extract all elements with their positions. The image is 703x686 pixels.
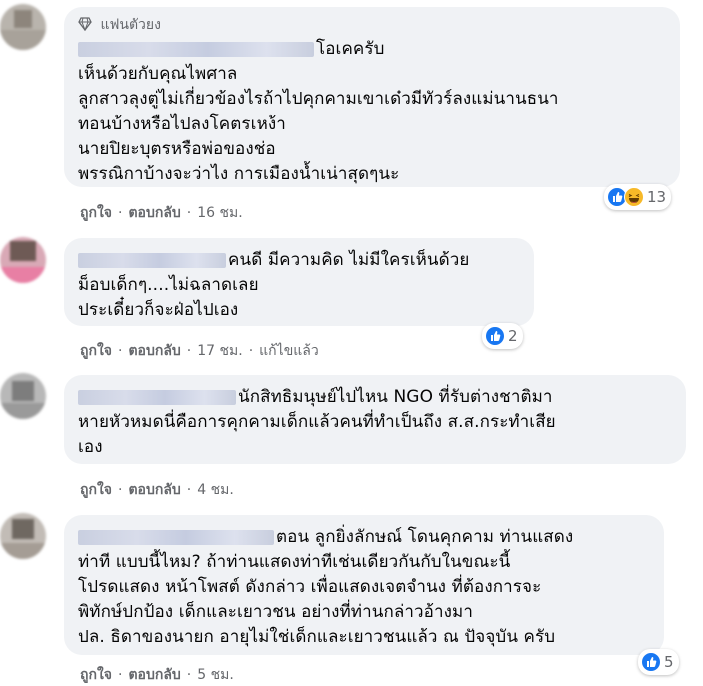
comment-text-line: ปล. ธิดาของนายก อายุไม่ใช่เด็กและเยาวชนแ… (78, 627, 556, 647)
comment-text-line: พรรณิกาบ้างจะว่าไง การเมืองน้ำเน่าสุดๆนะ (78, 164, 400, 184)
reaction-count: 5 (664, 653, 674, 671)
separator-dot: · (248, 343, 254, 359)
author-name[interactable] (78, 252, 226, 268)
reaction-summary[interactable]: 5 (638, 649, 679, 675)
separator-dot: · (118, 667, 123, 683)
like-icon (641, 652, 661, 672)
comment-text-line: โอเคครับ (316, 39, 385, 59)
comment-text-line: คนดี มีความคิด ไม่มีใครเห็นด้วย (228, 250, 470, 270)
comment-text-line: หายหัวหมดนี่คือการคุกคามเด็กแล้วคนที่ทำเ… (78, 412, 556, 432)
reaction-count: 2 (508, 327, 518, 345)
fan-badge: แฟนตัวยง (78, 15, 666, 35)
fan-badge-label: แฟนตัวยง (100, 17, 161, 33)
timestamp[interactable]: 4 ชม. (197, 482, 234, 498)
comment-text-line: เห็นด้วยกับคุณไพศาล (78, 64, 238, 84)
avatar[interactable] (0, 373, 46, 419)
comment-bubble: คนดี มีความคิด ไม่มีใครเห็นด้วย ม็อบเด็ก… (64, 238, 534, 326)
avatar[interactable] (0, 513, 46, 559)
author-name[interactable] (78, 389, 236, 405)
comment-text-line: ประเดี๋ยวก็จะฝ่อไปเอง (78, 300, 239, 320)
comment-text-line: ม็อบเด็กๆ....ไม่ฉลาดเลย (78, 275, 259, 295)
timestamp[interactable]: 17 ชม. (197, 343, 242, 359)
like-button[interactable]: ถูกใจ (80, 343, 112, 359)
comment-text-line: พิทักษ์ปกป้อง เด็กและเยาวชน อย่างที่ท่าน… (78, 602, 473, 622)
haha-icon (624, 187, 644, 207)
separator-dot: · (186, 343, 192, 359)
separator-dot: · (186, 205, 192, 221)
avatar[interactable] (0, 237, 46, 283)
diamond-icon (78, 17, 92, 31)
like-button[interactable]: ถูกใจ (80, 205, 112, 221)
reply-button[interactable]: ตอบกลับ (128, 205, 180, 221)
reaction-count: 13 (647, 188, 667, 206)
author-name[interactable] (78, 529, 274, 545)
comment-text-line: ท่าที แบบนี้ไหม? ถ้าท่านแสดงท่าทีเช่นเดี… (78, 552, 511, 572)
comment-text-line: นักสิทธิมนุษย์ไปไหน NGO ที่รับต่างชาติมา (238, 387, 553, 407)
separator-dot: · (118, 343, 123, 359)
separator-dot: · (118, 482, 123, 498)
like-button[interactable]: ถูกใจ (80, 667, 112, 683)
comment-actions: ถูกใจ · ตอบกลับ · 5 ชม. (80, 664, 234, 686)
comment-bubble: ตอน ลูกยิ่งลักษณ์ โดนคุกคาม ท่านแสดง ท่า… (64, 515, 664, 655)
comment-actions: ถูกใจ · ตอบกลับ · 16 ชม. (80, 202, 243, 224)
comment-bubble: แฟนตัวยง โอเคครับ เห็นด้วยกับคุณไพศาล ลู… (64, 7, 680, 187)
comment-text-line: ตอน ลูกยิ่งลักษณ์ โดนคุกคาม ท่านแสดง (276, 527, 574, 547)
comment-text-line: โปรดแสดง หน้าโพสต์ ดังกล่าว เพื่อแสดงเจต… (78, 577, 542, 597)
avatar[interactable] (0, 4, 46, 50)
separator-dot: · (186, 667, 192, 683)
like-icon (485, 326, 505, 346)
reaction-summary[interactable]: 13 (604, 184, 672, 210)
reply-button[interactable]: ตอบกลับ (128, 667, 180, 683)
author-name[interactable] (78, 41, 314, 57)
separator-dot: · (186, 482, 192, 498)
comment-actions: ถูกใจ · ตอบกลับ · 4 ชม. (80, 479, 234, 501)
edited-label[interactable]: แก้ไขแล้ว (259, 343, 319, 359)
comment-text-line: ทอนบ้างหรือไปลงโคตรเหง้า (78, 114, 286, 134)
comment-text-line: เอง (78, 437, 103, 457)
like-button[interactable]: ถูกใจ (80, 482, 112, 498)
comment-bubble: นักสิทธิมนุษย์ไปไหน NGO ที่รับต่างชาติมา… (64, 375, 686, 464)
separator-dot: · (118, 205, 123, 221)
reaction-summary[interactable]: 2 (482, 323, 523, 349)
comment-actions: ถูกใจ · ตอบกลับ · 17 ชม. · แก้ไขแล้ว (80, 340, 319, 362)
comment-text-line: ลูกสาวลุงตู่ไม่เกี่ยวข้องไรถ้าไปคุกคามเข… (78, 89, 559, 109)
timestamp[interactable]: 16 ชม. (197, 205, 242, 221)
timestamp[interactable]: 5 ชม. (197, 667, 234, 683)
reply-button[interactable]: ตอบกลับ (128, 482, 180, 498)
reply-button[interactable]: ตอบกลับ (128, 343, 180, 359)
comment-text-line: นายปิยะบุตรหรือพ่อของช่อ (78, 139, 276, 159)
